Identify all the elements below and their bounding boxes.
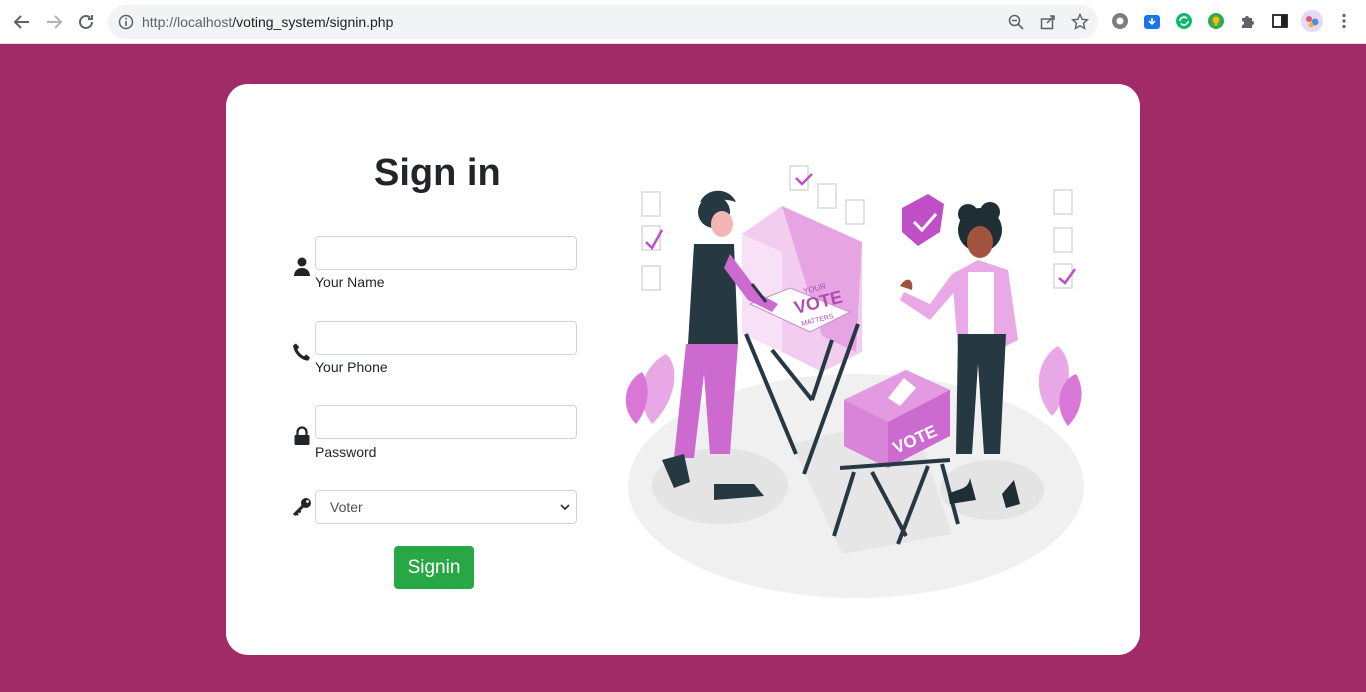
zoom-icon[interactable] <box>1006 12 1026 32</box>
browser-menu-icon[interactable] <box>1334 11 1354 31</box>
signin-button[interactable]: Signin <box>394 546 474 589</box>
chevron-down-icon <box>560 504 570 511</box>
extensions-puzzle-icon[interactable] <box>1238 11 1258 31</box>
key-icon <box>292 496 312 518</box>
name-input[interactable] <box>315 236 577 270</box>
forward-button[interactable] <box>42 10 66 34</box>
phone-icon <box>292 341 312 363</box>
share-icon[interactable] <box>1038 12 1058 32</box>
extension-download-icon[interactable] <box>1142 11 1162 31</box>
leaf-left-decor <box>625 354 675 424</box>
leaf-right-decor <box>1038 346 1082 426</box>
name-label: Your Name <box>315 274 385 290</box>
profile-avatar[interactable] <box>1300 9 1324 33</box>
signin-card: Sign in Your Name Your Phone Password Vo… <box>226 84 1140 655</box>
url-path: /voting_system/signin.php <box>232 14 394 30</box>
site-info-icon[interactable] <box>116 12 136 32</box>
extension-sync-icon[interactable] <box>1174 11 1194 31</box>
extension-shield-icon[interactable] <box>1110 11 1130 31</box>
reload-button[interactable] <box>74 10 98 34</box>
back-arrow-icon <box>13 15 29 29</box>
user-icon <box>292 256 312 278</box>
back-button[interactable] <box>10 10 34 34</box>
extension-bulb-icon[interactable] <box>1206 11 1226 31</box>
role-select[interactable]: Voter <box>315 490 577 524</box>
bookmark-star-icon[interactable] <box>1070 12 1090 32</box>
browser-toolbar: http://localhost/voting_system/signin.ph… <box>0 0 1366 44</box>
phone-label: Your Phone <box>315 359 388 375</box>
address-bar[interactable]: http://localhost/voting_system/signin.ph… <box>108 5 1098 39</box>
forward-arrow-icon <box>47 15 63 29</box>
page-title: Sign in <box>374 152 501 194</box>
role-select-value: Voter <box>330 499 363 515</box>
lock-icon <box>292 425 312 447</box>
reload-icon <box>79 14 93 29</box>
phone-input[interactable] <box>315 321 577 355</box>
side-panel-icon[interactable] <box>1270 11 1290 31</box>
password-input[interactable] <box>315 405 577 439</box>
url-text: http://localhost/voting_system/signin.ph… <box>142 14 393 30</box>
voting-illustration: YOUR VOTE MATTERS VOTE <box>625 165 1084 598</box>
password-label: Password <box>315 444 377 460</box>
url-host: http://localhost <box>142 14 233 30</box>
